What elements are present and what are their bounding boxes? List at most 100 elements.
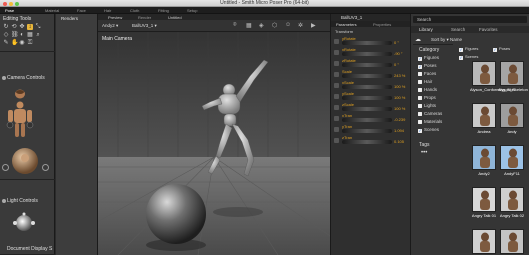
category-item[interactable]: ✓ Scenes [418, 127, 439, 133]
parameter-options-icon[interactable] [334, 72, 339, 77]
light-icon[interactable]: ✲ [298, 22, 303, 29]
cloud-icon[interactable]: ☁ [415, 36, 421, 43]
renders-tab[interactable]: Renders [61, 16, 78, 21]
panel-toggle-icon[interactable] [2, 76, 6, 80]
category-checkbox[interactable]: ✓ [418, 128, 422, 133]
category-item[interactable]: Faces [418, 71, 436, 76]
library-thumbnail[interactable] [500, 61, 524, 86]
parameter-dial[interactable] [342, 96, 392, 100]
figure-icon[interactable]: ☺ [285, 22, 291, 28]
twist-tool-icon[interactable]: ⟲ [11, 24, 17, 30]
parameter-options-icon[interactable] [334, 50, 339, 55]
parameter-dial[interactable] [342, 52, 392, 56]
library-thumbnail[interactable] [472, 103, 496, 128]
trackball-icon[interactable] [10, 146, 40, 176]
parameter-options-icon[interactable] [334, 39, 339, 44]
parameter-value[interactable]: 243 % [394, 73, 405, 78]
parameter-value[interactable]: 1.094 [394, 128, 404, 133]
figure-select[interactable]: Andy2 ▾ [102, 23, 118, 29]
library-thumbnail[interactable] [500, 103, 524, 128]
tab-parameters[interactable]: Parameters [336, 22, 357, 27]
parameter-options-icon[interactable] [334, 83, 339, 88]
parameter-value[interactable]: -0.239 [394, 117, 405, 122]
tab-search[interactable]: Search [451, 27, 465, 32]
category-checkbox[interactable] [418, 103, 422, 108]
category-checkbox[interactable] [418, 95, 422, 100]
category-checkbox[interactable]: ✓ [418, 56, 422, 61]
move-xz-control-icon[interactable] [2, 164, 9, 171]
library-thumbnail[interactable] [472, 145, 496, 170]
category-item[interactable]: Cameras [418, 111, 442, 116]
parameter-dial[interactable] [342, 63, 392, 67]
tab-hair[interactable]: Hair [104, 8, 111, 13]
parameter-dial[interactable] [342, 107, 392, 111]
lock-icon[interactable]: ⚿ [27, 40, 33, 46]
tab-fitting[interactable]: Fitting [158, 8, 169, 13]
tab-setup[interactable]: Setup [187, 8, 197, 13]
category-item[interactable]: Hair [418, 79, 432, 84]
taper-tool-icon[interactable]: ◇ [3, 32, 9, 38]
category-checkbox[interactable] [418, 71, 422, 76]
move-xy-control-icon[interactable] [42, 164, 49, 171]
library-thumbnail[interactable] [472, 61, 496, 86]
category-item[interactable]: Lights [418, 103, 436, 108]
parameter-value[interactable]: -90 ° [394, 51, 403, 56]
camera-figure-icon[interactable] [5, 101, 35, 141]
category-item[interactable]: Hands [418, 87, 437, 92]
category-checkbox[interactable] [418, 119, 422, 124]
category-item[interactable]: Props [418, 95, 436, 100]
actor-select[interactable]: BallUV3_1 ▾ [132, 23, 157, 29]
morphing-tool-icon[interactable]: ✎ [3, 40, 9, 46]
filter-poses[interactable]: ✓ Poses [493, 46, 510, 52]
category-item[interactable]: Materials [418, 119, 442, 124]
library-thumbnail[interactable] [500, 229, 524, 254]
scale-tool-icon[interactable]: ⤡ [35, 24, 41, 30]
tab-face[interactable]: Face [77, 8, 86, 13]
grid-icon[interactable]: ▦ [246, 22, 252, 29]
grouping-tool-icon[interactable]: ▦ [27, 32, 33, 38]
filter-figures-checkbox[interactable]: ✓ [459, 47, 463, 52]
render-icon[interactable]: ▶ [311, 22, 316, 29]
parameter-options-icon[interactable] [334, 94, 339, 99]
parameter-dial[interactable] [342, 118, 392, 122]
filter-figures[interactable]: ✓ Figures [459, 46, 478, 52]
chain-break-tool-icon[interactable]: ⛓ [11, 32, 19, 38]
sort-by[interactable]: Sort by ▾ Name [431, 37, 462, 43]
parameter-dial[interactable] [342, 74, 392, 78]
panel-toggle-icon[interactable] [2, 199, 6, 203]
parameter-dial[interactable] [342, 41, 392, 45]
parameter-dial[interactable] [342, 85, 392, 89]
library-thumbnail[interactable] [500, 187, 524, 212]
category-checkbox[interactable] [418, 87, 422, 92]
category-checkbox[interactable]: ✓ [418, 64, 422, 69]
library-thumbnail[interactable] [472, 187, 496, 212]
category-checkbox[interactable] [418, 111, 422, 116]
parameter-value[interactable]: 100 % [394, 106, 405, 111]
parameter-dial[interactable] [342, 140, 392, 144]
category-item[interactable]: ✓ Figures [418, 55, 439, 61]
tab-pose[interactable]: Pose [5, 8, 14, 13]
filter-scenes-checkbox[interactable]: ✓ [459, 55, 463, 60]
face-camera-icon[interactable] [13, 89, 27, 99]
light-sphere-icon[interactable] [12, 211, 36, 235]
filter-poses-checkbox[interactable]: ✓ [493, 47, 497, 52]
parameter-options-icon[interactable] [334, 105, 339, 110]
camera-icon[interactable]: ⌾ [233, 22, 237, 29]
color-tool-icon[interactable]: ◐ [19, 32, 25, 38]
library-thumbnail[interactable] [472, 229, 496, 254]
tab-cloth[interactable]: Cloth [130, 8, 139, 13]
parameter-value[interactable]: 0 ° [394, 62, 399, 67]
tab-favorites[interactable]: Favorites [479, 27, 498, 32]
parameter-value[interactable]: 100 % [394, 95, 405, 100]
parameter-value[interactable]: 0 ° [394, 40, 399, 45]
rotate-tool-icon[interactable]: ↻ [3, 24, 9, 30]
selected-actor[interactable]: BallUV3_1 [341, 15, 362, 20]
parameter-value[interactable]: 0.105 [394, 139, 404, 144]
view-magnifier-icon[interactable]: ⌕ [35, 32, 41, 38]
library-search-box[interactable]: Search [413, 16, 527, 23]
parameter-options-icon[interactable] [334, 116, 339, 121]
more-icon[interactable]: ••• [421, 150, 427, 156]
3d-viewport[interactable]: Main Camera [98, 32, 330, 255]
parameter-options-icon[interactable] [334, 127, 339, 132]
tab-material[interactable]: Material [45, 8, 59, 13]
